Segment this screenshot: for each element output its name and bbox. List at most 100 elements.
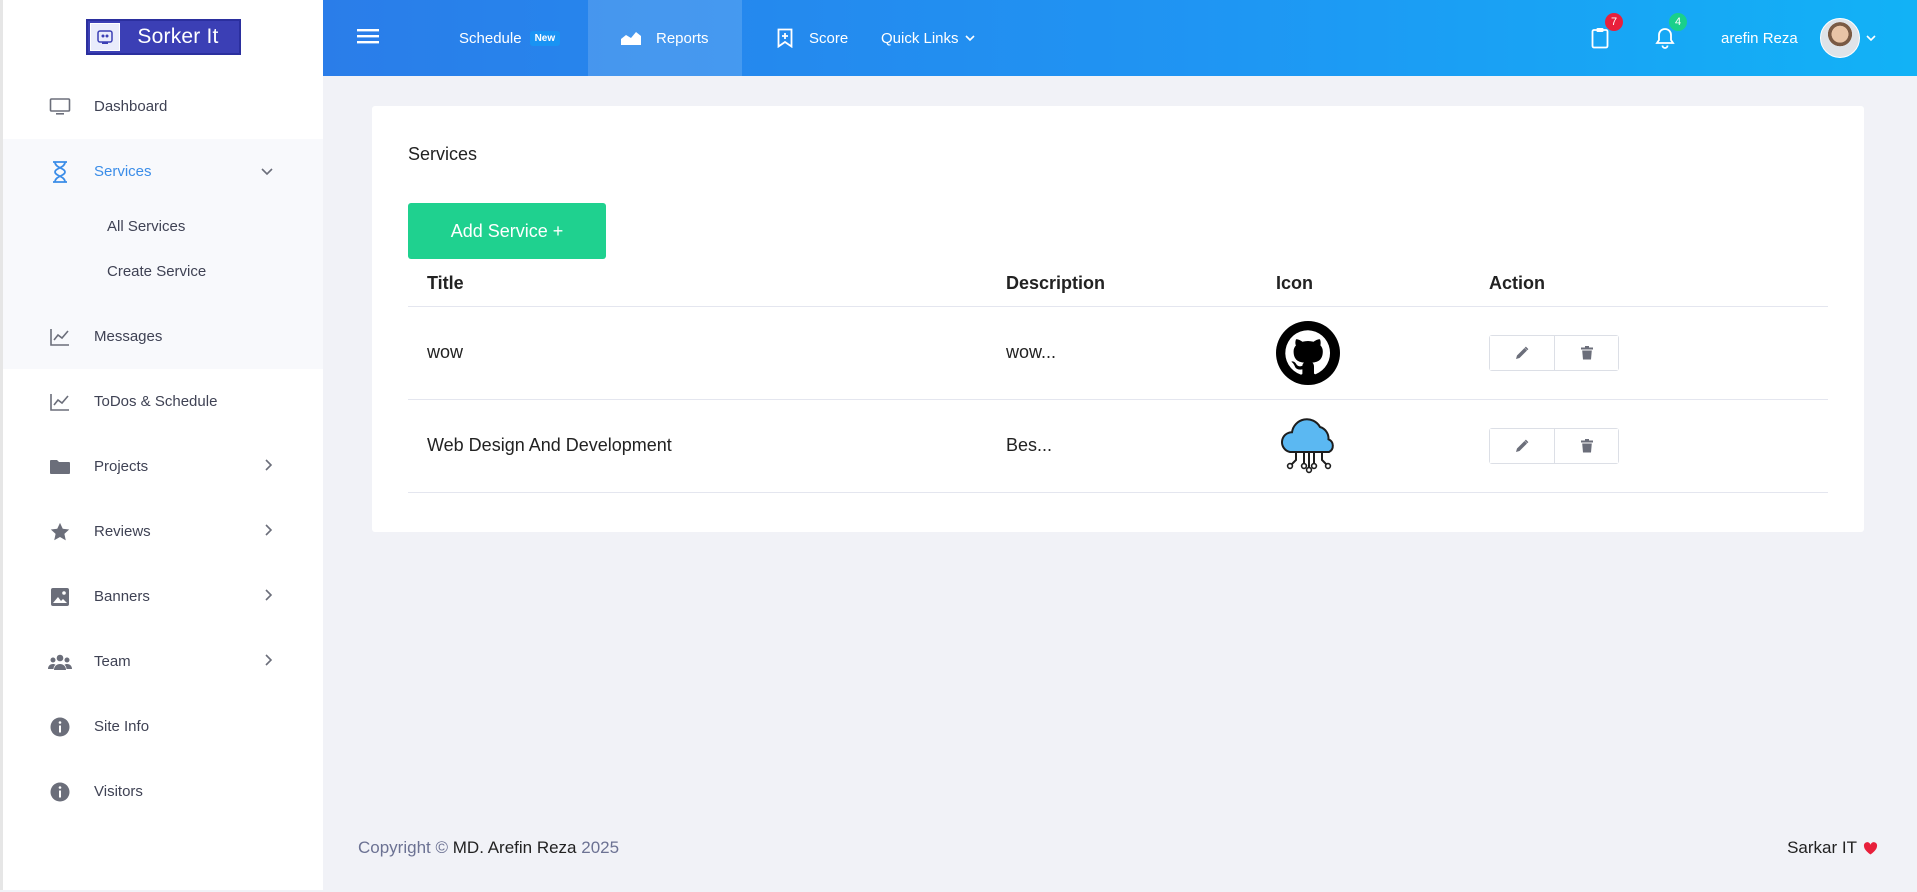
sidebar-item-services[interactable]: Services — [3, 139, 323, 204]
sidebar-item-label: Messages — [94, 328, 163, 345]
table-header-row: Title Description Icon Action — [408, 262, 1828, 307]
chart-line-icon — [48, 390, 72, 414]
sidebar-item-banners[interactable]: Banners — [3, 564, 323, 629]
sidebar-item-team[interactable]: Team — [3, 629, 323, 694]
brand: Sorker It — [3, 0, 323, 74]
clipboard-count-badge: 7 — [1605, 13, 1623, 31]
column-header-icon: Icon — [1257, 262, 1470, 307]
sidebar-item-label: Projects — [94, 458, 149, 475]
hourglass-icon — [48, 160, 72, 184]
footer-copyright: Copyright © MD. Arefin Reza 2025 — [358, 838, 619, 858]
avatar — [1819, 18, 1860, 58]
table-row: Web Design And Development Bes... — [408, 399, 1828, 493]
chevron-right-icon — [265, 523, 273, 541]
bookmark-plus-icon — [777, 28, 793, 48]
sidebar-item-dashboard[interactable]: Dashboard — [3, 74, 323, 139]
logo-mark-icon — [89, 23, 120, 51]
nav-score-label: Score — [809, 29, 849, 47]
chevron-down-icon — [964, 34, 975, 42]
sidebar-item-label: Banners — [94, 588, 150, 605]
sidebar-item-projects[interactable]: Projects — [3, 434, 323, 499]
edit-button[interactable] — [1490, 335, 1554, 370]
cell-icon — [1257, 399, 1470, 493]
topbar: Schedule New Reports Score Quick Links 7… — [323, 0, 1917, 76]
cell-title: Web Design And Development — [408, 399, 987, 493]
info-icon — [48, 715, 72, 739]
nav-schedule-label: Schedule — [459, 29, 522, 47]
nav-quick-links-label: Quick Links — [881, 29, 959, 47]
delete-button[interactable] — [1554, 335, 1618, 370]
sidebar-item-label: Dashboard — [94, 98, 168, 115]
copyright-year: 2025 — [581, 838, 620, 857]
sidebar-item-visitors[interactable]: Visitors — [3, 759, 323, 824]
copyright-author[interactable]: MD. Arefin Reza — [453, 838, 577, 857]
nav-reports[interactable]: Reports — [588, 0, 742, 76]
copyright-prefix: Copyright © — [358, 838, 449, 857]
chevron-right-icon — [265, 458, 273, 476]
cell-description: Bes... — [987, 399, 1257, 493]
cell-description: wow... — [987, 306, 1257, 400]
info-icon — [48, 780, 72, 804]
sidebar-nav: Dashboard Services All Services Create S… — [3, 74, 323, 824]
pencil-icon — [1515, 439, 1529, 453]
footer: Copyright © MD. Arefin Reza 2025 Sarkar … — [358, 838, 1878, 858]
sidebar-group-services: Services All Services Create Service Mes… — [3, 139, 323, 369]
footer-credit: Sarkar IT — [1787, 838, 1878, 858]
user-menu[interactable]: arefin Reza — [1721, 0, 1876, 76]
footer-credit-text: Sarkar IT — [1787, 838, 1857, 857]
monitor-icon — [48, 95, 72, 119]
nav-score[interactable]: Score — [777, 0, 848, 76]
sidebar: Sorker It Dashboard Services All Service… — [0, 0, 323, 890]
cell-icon — [1257, 306, 1470, 400]
chart-area-icon — [620, 30, 642, 46]
row-actions — [1489, 427, 1619, 464]
hamburger-icon — [357, 28, 379, 48]
folder-icon — [48, 455, 72, 479]
github-icon — [1276, 320, 1470, 385]
chevron-down-icon — [1866, 34, 1876, 42]
column-header-title: Title — [408, 262, 987, 307]
cell-action — [1470, 306, 1828, 400]
edit-button[interactable] — [1490, 428, 1554, 463]
chart-line-icon — [48, 325, 72, 349]
sidebar-item-label: Visitors — [94, 783, 143, 800]
sidebar-subitem-create-service[interactable]: Create Service — [3, 249, 323, 294]
user-name: arefin Reza — [1721, 29, 1798, 47]
users-icon — [48, 650, 72, 674]
menu-toggle-button[interactable] — [357, 0, 379, 76]
star-icon — [48, 520, 72, 544]
sidebar-item-messages[interactable]: Messages — [3, 304, 323, 369]
image-icon — [48, 585, 72, 609]
sidebar-subitem-all-services[interactable]: All Services — [3, 204, 323, 249]
sidebar-item-label: Team — [94, 653, 131, 670]
brand-name: Sorker It — [137, 25, 219, 48]
sidebar-item-label: ToDos & Schedule — [94, 393, 218, 410]
trash-icon — [1580, 438, 1593, 453]
new-badge: New — [529, 30, 561, 46]
delete-button[interactable] — [1554, 428, 1618, 463]
services-table: Title Description Icon Action wow wow... — [408, 262, 1828, 493]
add-service-button[interactable]: Add Service + — [408, 203, 606, 259]
clipboard-icon — [1591, 27, 1609, 49]
page-title: Services — [408, 144, 478, 164]
row-actions — [1489, 334, 1619, 371]
clipboard-notifications-button[interactable]: 7 — [1591, 0, 1623, 76]
heart-icon — [1863, 841, 1878, 855]
nav-quick-links[interactable]: Quick Links — [881, 0, 975, 76]
sidebar-item-todos-schedule[interactable]: ToDos & Schedule — [3, 369, 323, 434]
cell-title: wow — [408, 306, 987, 400]
table-row: wow wow... — [408, 306, 1828, 400]
services-card: Services Add Service + Title Description… — [372, 106, 1864, 532]
sidebar-item-label: Services — [94, 163, 152, 180]
nav-schedule[interactable]: Schedule New — [459, 0, 561, 76]
sidebar-item-site-info[interactable]: Site Info — [3, 694, 323, 759]
brand-logo[interactable]: Sorker It — [85, 19, 241, 55]
sidebar-item-reviews[interactable]: Reviews — [3, 499, 323, 564]
cloud-network-icon — [1276, 414, 1470, 478]
trash-icon — [1580, 345, 1593, 360]
column-header-description: Description — [987, 262, 1257, 307]
bell-notifications-button[interactable]: 4 — [1655, 0, 1687, 76]
nav-reports-label: Reports — [656, 29, 709, 47]
chevron-right-icon — [265, 653, 273, 671]
chevron-right-icon — [265, 588, 273, 606]
